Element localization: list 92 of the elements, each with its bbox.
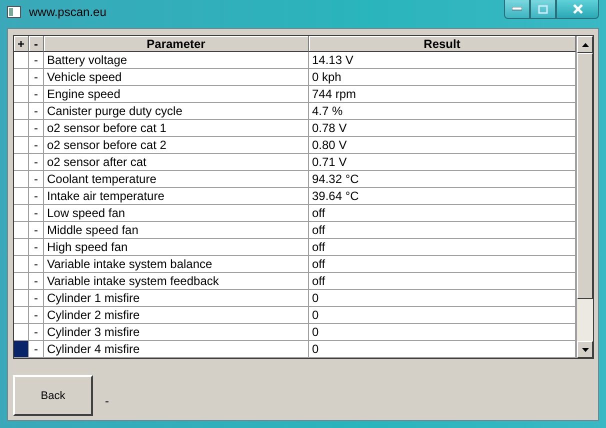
table-cell: 0 kph	[309, 69, 576, 86]
column-header[interactable]: Parameter	[44, 36, 309, 52]
table-cell: -	[29, 120, 44, 137]
table-cell: Cylinder 4 misfire	[44, 341, 309, 358]
table-cell: -	[29, 171, 44, 188]
row-selector[interactable]	[14, 290, 29, 307]
table-cell: Cylinder 2 misfire	[44, 307, 309, 324]
table-cell: 0	[309, 290, 576, 307]
column-header[interactable]: Result	[309, 36, 576, 52]
table-cell: Battery voltage	[44, 52, 309, 69]
down-arrow-icon	[582, 348, 588, 352]
row-selector[interactable]	[14, 222, 29, 239]
table-cell: -	[29, 290, 44, 307]
row-selector[interactable]	[14, 154, 29, 171]
row-selector[interactable]	[14, 307, 29, 324]
table-cell: -	[29, 154, 44, 171]
table-cell: off	[309, 256, 576, 273]
table-cell: Middle speed fan	[44, 222, 309, 239]
column-header[interactable]: -	[29, 36, 44, 52]
table-cell: -	[29, 69, 44, 86]
up-arrow-icon	[582, 42, 588, 46]
back-button[interactable]: Back	[13, 375, 93, 416]
minimize-button[interactable]	[504, 0, 530, 19]
column-header[interactable]: +	[14, 36, 29, 52]
minimize-icon	[512, 7, 522, 11]
scroll-down-button[interactable]	[577, 341, 593, 358]
row-selector[interactable]	[14, 69, 29, 86]
table-cell: Cylinder 1 misfire	[44, 290, 309, 307]
scroll-thumb[interactable]	[577, 53, 593, 299]
table-cell: Low speed fan	[44, 205, 309, 222]
table-cell: off	[309, 239, 576, 256]
table-cell: -	[29, 324, 44, 341]
table-cell: off	[309, 222, 576, 239]
table-cell: -	[29, 52, 44, 69]
table-cell: 0.71 V	[309, 154, 576, 171]
table-cell: o2 sensor before cat 1	[44, 120, 309, 137]
table-cell: -	[29, 137, 44, 154]
table-cell: -	[29, 256, 44, 273]
table-cell: 0.80 V	[309, 137, 576, 154]
app-icon	[7, 6, 21, 18]
row-selector[interactable]	[14, 103, 29, 120]
table-cell: -	[29, 273, 44, 290]
table-cell: -	[29, 86, 44, 103]
table-cell: -	[29, 341, 44, 358]
row-selector[interactable]	[14, 341, 29, 358]
table-cell: off	[309, 273, 576, 290]
table-cell: Cylinder 3 misfire	[44, 324, 309, 341]
row-selector[interactable]	[14, 256, 29, 273]
close-icon	[572, 4, 584, 14]
scrollbar[interactable]	[576, 36, 593, 358]
table-cell: -	[29, 188, 44, 205]
table-cell: -	[29, 205, 44, 222]
row-selector[interactable]	[14, 324, 29, 341]
table-cell: Variable intake system balance	[44, 256, 309, 273]
status-text: -	[105, 394, 109, 408]
table-cell: 39.64 °C	[309, 188, 576, 205]
table-cell: -	[29, 222, 44, 239]
table-cell: -	[29, 239, 44, 256]
table-cell: -	[29, 103, 44, 120]
close-button[interactable]	[556, 0, 599, 19]
row-selector[interactable]	[14, 239, 29, 256]
table-cell: 744 rpm	[309, 86, 576, 103]
table-cell: 0.78 V	[309, 120, 576, 137]
row-selector[interactable]	[14, 171, 29, 188]
table-cell: 0	[309, 324, 576, 341]
window-title: www.pscan.eu	[29, 5, 108, 19]
table-cell: Vehicle speed	[44, 69, 309, 86]
table-cell: High speed fan	[44, 239, 309, 256]
table-cell: Engine speed	[44, 86, 309, 103]
table-cell: 94.32 °C	[309, 171, 576, 188]
table-cell: -	[29, 307, 44, 324]
table-cell: Intake air temperature	[44, 188, 309, 205]
table-cell: 0	[309, 307, 576, 324]
table-cell: 0	[309, 341, 576, 358]
row-selector[interactable]	[14, 273, 29, 290]
table-cell: o2 sensor after cat	[44, 154, 309, 171]
maximize-button[interactable]	[530, 0, 556, 19]
maximize-icon	[538, 4, 548, 14]
row-selector[interactable]	[14, 137, 29, 154]
table-cell: off	[309, 205, 576, 222]
row-selector[interactable]	[14, 52, 29, 69]
row-selector[interactable]	[14, 188, 29, 205]
table-cell: Coolant temperature	[44, 171, 309, 188]
table-cell: o2 sensor before cat 2	[44, 137, 309, 154]
row-selector[interactable]	[14, 205, 29, 222]
row-selector[interactable]	[14, 86, 29, 103]
table-cell: 4.7 %	[309, 103, 576, 120]
table-cell: 14.13 V	[309, 52, 576, 69]
row-selector[interactable]	[14, 120, 29, 137]
table-cell: Variable intake system feedback	[44, 273, 309, 290]
table-cell: Canister purge duty cycle	[44, 103, 309, 120]
scroll-up-button[interactable]	[577, 36, 593, 53]
